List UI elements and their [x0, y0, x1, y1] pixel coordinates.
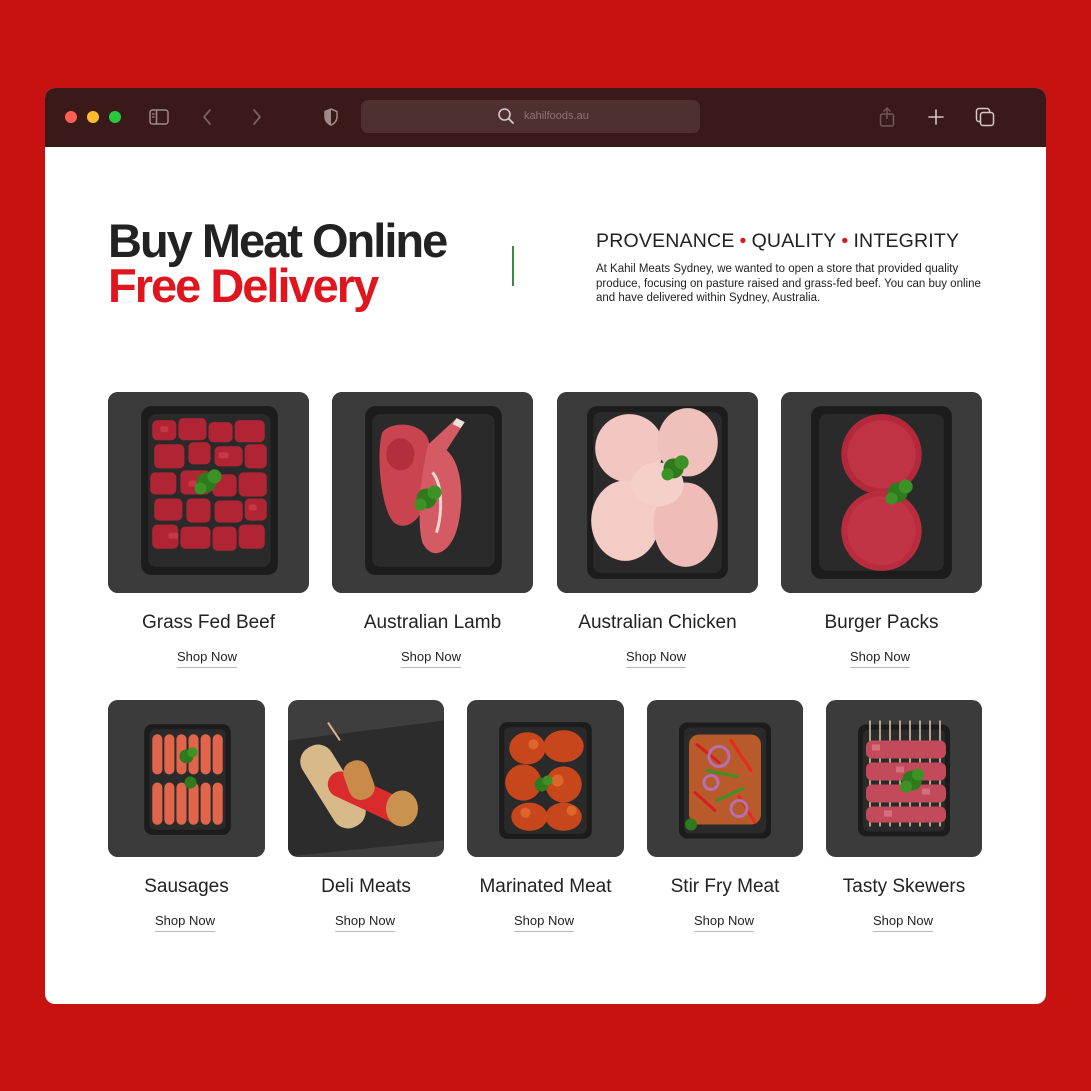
product-card-australian-lamb[interactable]: Australian Lamb Shop Now — [332, 392, 533, 672]
product-card-australian-chicken[interactable]: Australian Chicken Shop Now — [557, 392, 758, 672]
tagline-quality: QUALITY — [751, 230, 837, 252]
close-window-button[interactable] — [65, 111, 77, 123]
lamb-tray-image[interactable] — [332, 392, 533, 593]
product-card-tasty-skewers[interactable]: Tasty Skewers Shop Now — [826, 700, 982, 936]
product-title: Australian Lamb — [363, 612, 502, 633]
search-icon — [498, 108, 514, 124]
product-title: Burger Packs — [824, 612, 939, 633]
product-title: Australian Chicken — [578, 612, 737, 633]
tab-overview-icon[interactable] — [972, 104, 998, 130]
url-text: kahilfoods.au — [524, 110, 589, 122]
tagline-integrity: INTEGRITY — [853, 230, 960, 252]
intro-paragraph: At Kahil Meats Sydney, we wanted to open… — [596, 263, 981, 304]
maximize-window-button[interactable] — [109, 111, 121, 123]
tagline-provenance: PROVENANCE — [596, 230, 735, 252]
privacy-shield-icon[interactable] — [318, 104, 344, 130]
product-title: Deli Meats — [321, 876, 411, 897]
product-card-sausages[interactable]: Sausages Shop Now — [108, 700, 265, 936]
beef-tray-image[interactable] — [108, 392, 309, 593]
new-tab-icon[interactable] — [923, 104, 949, 130]
deli-meats-image[interactable] — [288, 700, 444, 857]
back-icon[interactable] — [194, 104, 220, 130]
hero-divider — [512, 246, 514, 286]
bullet-dot: • — [841, 230, 849, 252]
product-card-marinated-meat[interactable]: Marinated Meat Shop Now — [467, 700, 624, 936]
sausage-tray-image[interactable] — [108, 700, 265, 857]
minimize-window-button[interactable] — [87, 111, 99, 123]
product-title: Tasty Skewers — [842, 876, 966, 897]
product-title: Sausages — [144, 876, 229, 897]
product-title: Marinated Meat — [479, 876, 612, 897]
address-bar[interactable]: kahilfoods.au — [361, 100, 700, 133]
browser-window: kahilfoods.au Buy Meat Online Free Deliv… — [45, 88, 1046, 1004]
shop-now-link[interactable]: Shop Now — [401, 649, 461, 668]
sidebar-toggle-icon[interactable] — [146, 104, 172, 130]
browser-toolbar: kahilfoods.au — [45, 88, 1046, 147]
shop-now-link[interactable]: Shop Now — [850, 649, 910, 668]
stirfry-tray-image[interactable] — [647, 700, 803, 857]
chicken-tray-image[interactable] — [557, 392, 758, 593]
tagline: PROVENANCE • QUALITY • INTEGRITY — [596, 230, 959, 253]
shop-now-link[interactable]: Shop Now — [335, 913, 395, 932]
shop-now-link[interactable]: Shop Now — [177, 649, 237, 668]
product-card-deli-meats[interactable]: Deli Meats Shop Now — [288, 700, 444, 936]
hero-subtitle: Free Delivery — [108, 259, 379, 312]
burger-tray-image[interactable] — [781, 392, 982, 593]
shop-now-link[interactable]: Shop Now — [155, 913, 215, 932]
product-card-burger-packs[interactable]: Burger Packs Shop Now — [781, 392, 982, 672]
share-icon[interactable] — [874, 104, 900, 130]
hero-title: Buy Meat Online — [108, 214, 448, 267]
skewers-tray-image[interactable] — [826, 700, 982, 857]
product-card-grass-fed-beef[interactable]: Grass Fed Beef Shop Now — [108, 392, 309, 672]
bullet-dot: • — [739, 230, 747, 252]
shop-now-link[interactable]: Shop Now — [694, 913, 754, 932]
product-card-stir-fry-meat[interactable]: Stir Fry Meat Shop Now — [647, 700, 803, 936]
product-title: Grass Fed Beef — [141, 612, 276, 633]
shop-now-link[interactable]: Shop Now — [873, 913, 933, 932]
marinated-tray-image[interactable] — [467, 700, 624, 857]
product-title: Stir Fry Meat — [670, 876, 780, 897]
shop-now-link[interactable]: Shop Now — [626, 649, 686, 668]
shop-now-link[interactable]: Shop Now — [514, 913, 574, 932]
forward-icon[interactable] — [244, 104, 270, 130]
